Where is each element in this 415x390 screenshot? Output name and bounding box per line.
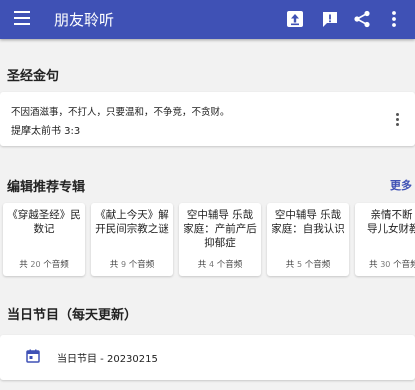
album-name: 《献上今天》解开民间宗教之谜 [95, 209, 169, 235]
album-name: 空中辅导 乐哉家庭：自我认识 [271, 209, 345, 235]
verse-reference: 提摩太前书 3:3 [11, 126, 81, 137]
albums-section-title: 编辑推荐专辑 [7, 180, 86, 195]
album-name: 亲情不断《教导儿女财教育》 [367, 209, 415, 235]
share-icon[interactable] [352, 9, 372, 29]
daily-program-item[interactable]: 当日节目 - 20230215 [0, 335, 415, 380]
album-count: 共 30 个音频 [369, 260, 415, 270]
feedback-icon[interactable] [320, 9, 340, 29]
album-card[interactable]: 空中辅导 乐哉家庭：产前产后抑郁症 共 4 个音频 [179, 203, 261, 276]
verse-more-icon[interactable] [394, 113, 400, 127]
verse-text: 不因酒滋事，不打人，只要温和，不争竞，不贪财。 [11, 107, 230, 118]
more-vert-icon[interactable] [384, 9, 404, 29]
album-count: 共 20 个音频 [19, 260, 69, 270]
daily-section-title: 当日节目（每天更新） [7, 308, 138, 323]
verse-section-title: 圣经金句 [7, 69, 60, 84]
app-title: 朋友聆听 [54, 11, 115, 29]
album-count: 共 5 个音频 [285, 260, 331, 270]
album-count: 共 9 个音频 [109, 260, 155, 270]
album-card[interactable]: 亲情不断《教导儿女财教育》 共 30 个音频 [355, 203, 415, 276]
album-card[interactable]: 空中辅导 乐哉家庭：自我认识 共 5 个音频 [267, 203, 349, 276]
album-card[interactable]: 《穿越圣经》民数记 共 20 个音频 [3, 203, 85, 276]
album-card[interactable]: 《献上今天》解开民间宗教之谜 共 9 个音频 [91, 203, 173, 276]
album-name: 空中辅导 乐哉家庭：产前产后抑郁症 [183, 209, 257, 249]
verse-card[interactable]: 不因酒滋事，不打人，只要温和，不争竞，不贪财。 提摩太前书 3:3 [0, 92, 415, 146]
app-bar: 朋友聆听 [0, 0, 415, 39]
calendar-icon [26, 349, 40, 363]
menu-icon[interactable] [14, 11, 30, 25]
upload-icon[interactable] [285, 9, 305, 29]
album-count: 共 4 个音频 [197, 260, 243, 270]
album-name: 《穿越圣经》民数记 [7, 209, 81, 235]
daily-program-label: 当日节目 - 20230215 [57, 354, 158, 365]
more-albums-link[interactable]: 更多 [390, 177, 412, 193]
